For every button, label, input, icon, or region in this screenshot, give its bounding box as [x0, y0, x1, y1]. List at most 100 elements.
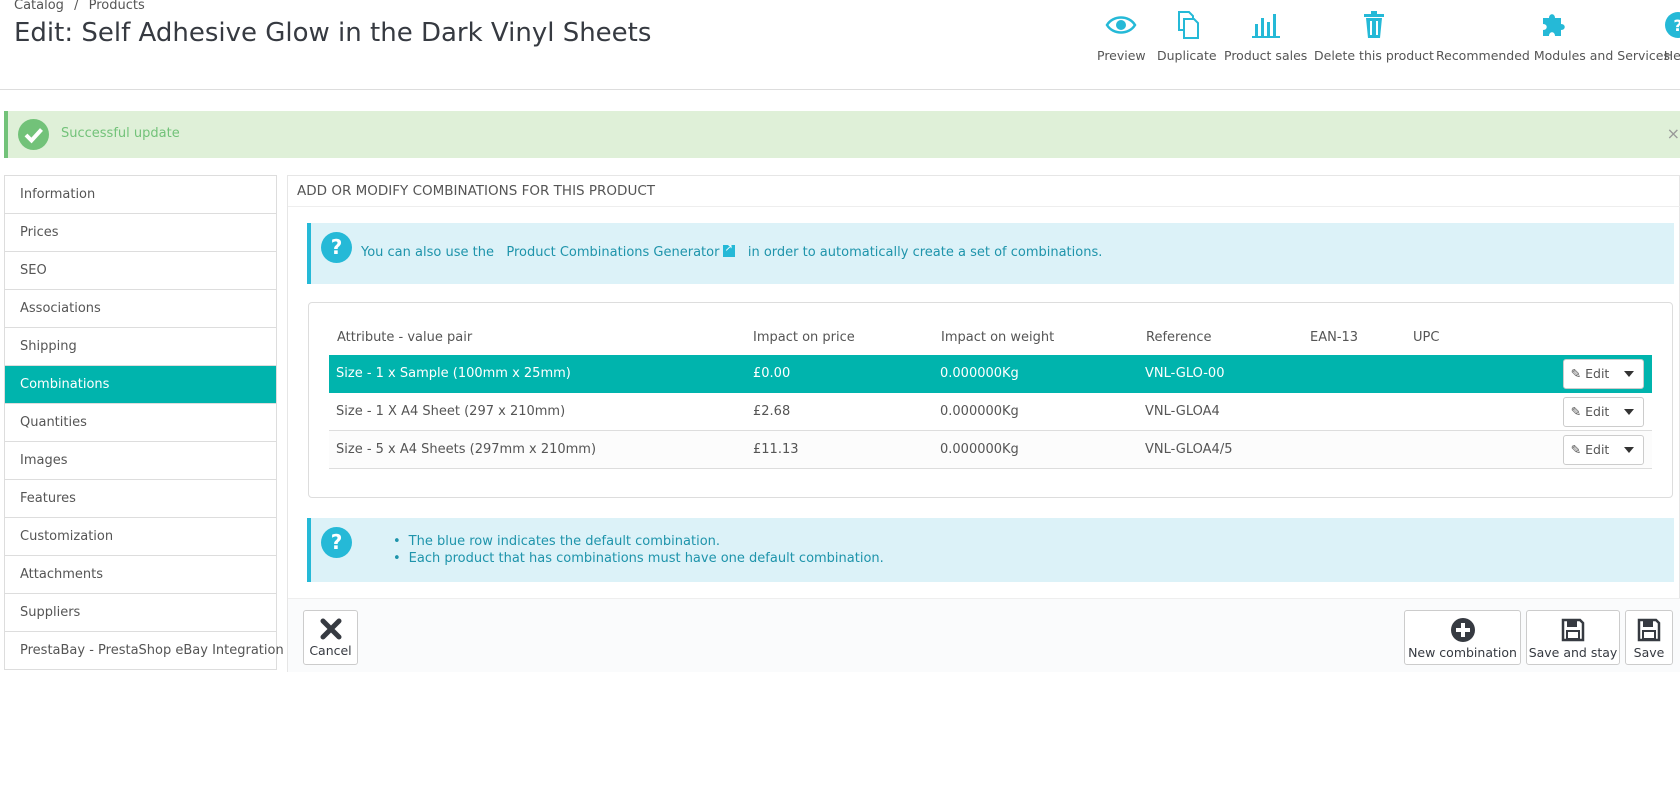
copy-icon	[1177, 11, 1199, 39]
save-and-stay-label: Save and stay	[1528, 645, 1618, 660]
cell-attribute: Size - 5 x A4 Sheets (297mm x 210mm)	[336, 442, 597, 457]
preview-label: Preview	[1097, 48, 1146, 63]
sidebar-item-shipping[interactable]: Shipping	[5, 328, 276, 366]
breadcrumb: Catalog / Products	[14, 0, 151, 13]
close-icon	[320, 618, 341, 640]
sidebar-item-quantities[interactable]: Quantities	[5, 404, 276, 442]
sidebar-item-combinations[interactable]: Combinations	[5, 366, 276, 404]
edit-button-group: ✎ Edit	[1563, 397, 1644, 427]
check-circle-icon	[18, 119, 49, 150]
cell-price: £2.68	[753, 404, 791, 419]
edit-button[interactable]: ✎ Edit	[1564, 436, 1616, 464]
sidebar-item-features[interactable]: Features	[5, 480, 276, 518]
edit-button-group: ✎ Edit	[1563, 435, 1644, 465]
edit-label: Edit	[1585, 404, 1610, 419]
close-icon[interactable]: ×	[1667, 124, 1680, 143]
info-bullet: Each product that has combinations must …	[393, 550, 884, 567]
delete-product-button[interactable]: Delete this product	[1314, 10, 1434, 63]
table-row[interactable]: Size - 1 x Sample (100mm x 25mm) £0.00 0…	[329, 355, 1652, 393]
help-label: Help	[1663, 48, 1680, 63]
breadcrumb-separator: /	[74, 0, 79, 13]
edit-label: Edit	[1585, 442, 1610, 457]
cell-price: £11.13	[753, 442, 799, 457]
table-row[interactable]: Size - 1 X A4 Sheet (297 x 210mm) £2.68 …	[329, 393, 1652, 431]
sidebar-item-images[interactable]: Images	[5, 442, 276, 480]
info-text-before: You can also use the	[361, 245, 494, 260]
external-link-icon	[723, 243, 736, 257]
new-combination-button[interactable]: New combination	[1404, 610, 1521, 665]
sidebar-item-prestabay[interactable]: PrestaBay - PrestaShop eBay Integration	[5, 632, 284, 670]
alert-message: Successful update	[61, 126, 180, 141]
cell-price: £0.00	[753, 366, 791, 381]
edit-button-group: ✎ Edit	[1563, 359, 1644, 389]
eye-icon	[1105, 16, 1137, 34]
edit-button[interactable]: ✎ Edit	[1564, 360, 1616, 388]
chevron-down-icon[interactable]	[1615, 436, 1643, 464]
breadcrumb-products[interactable]: Products	[89, 0, 145, 13]
info-text-after: in order to automatically create a set o…	[747, 245, 1103, 260]
product-tabs-sidebar: Information Prices SEO Associations Ship…	[4, 175, 284, 670]
recommended-modules-button[interactable]: Recommended Modules and Services	[1436, 10, 1670, 63]
svg-text:?: ?	[1673, 16, 1680, 35]
new-combination-label: New combination	[1408, 645, 1517, 660]
edit-button[interactable]: ✎ Edit	[1564, 398, 1616, 426]
question-icon: ?	[321, 527, 352, 558]
sidebar-item-suppliers[interactable]: Suppliers	[5, 594, 276, 632]
cell-reference: VNL-GLO-00	[1145, 366, 1225, 381]
save-button[interactable]: Save	[1625, 610, 1673, 665]
cell-weight: 0.000000Kg	[940, 366, 1019, 381]
cell-weight: 0.000000Kg	[940, 442, 1019, 457]
help-icon: ?	[1665, 12, 1680, 38]
puzzle-icon	[1542, 14, 1565, 36]
header-divider	[0, 89, 1680, 90]
column-header-weight: Impact on weight	[941, 330, 1055, 345]
edit-label: Edit	[1585, 366, 1610, 381]
success-alert: Successful update ×	[4, 111, 1680, 158]
cancel-label: Cancel	[309, 643, 352, 658]
help-button[interactable]: ? Help	[1662, 10, 1680, 63]
cell-reference: VNL-GLOA4	[1145, 404, 1220, 419]
delete-product-label: Delete this product	[1314, 48, 1434, 63]
generator-link-label: Product Combinations Generator	[506, 245, 720, 260]
question-icon: ?	[321, 232, 352, 263]
cancel-button[interactable]: Cancel	[303, 610, 358, 665]
column-header-price: Impact on price	[753, 330, 855, 345]
recommended-modules-label: Recommended Modules and Services	[1436, 48, 1670, 63]
chevron-down-icon[interactable]	[1615, 360, 1643, 388]
sidebar-item-information[interactable]: Information	[5, 176, 276, 214]
sidebar-item-attachments[interactable]: Attachments	[5, 556, 276, 594]
product-sales-button[interactable]: Product sales	[1224, 10, 1307, 63]
duplicate-button[interactable]: Duplicate	[1157, 10, 1217, 63]
sidebar-item-prices[interactable]: Prices	[5, 214, 276, 252]
info-bullet-list: The blue row indicates the default combi…	[393, 533, 884, 567]
column-header-upc: UPC	[1413, 330, 1440, 345]
default-combination-info-box: ? The blue row indicates the default com…	[307, 518, 1674, 582]
column-header-attribute: Attribute - value pair	[337, 330, 473, 345]
panel-heading: ADD OR MODIFY COMBINATIONS FOR THIS PROD…	[297, 183, 656, 199]
column-header-ean13: EAN-13	[1310, 330, 1359, 345]
trash-icon	[1363, 11, 1384, 38]
page-title: Edit: Self Adhesive Glow in the Dark Vin…	[14, 18, 652, 48]
chevron-down-icon[interactable]	[1615, 398, 1643, 426]
combinations-generator-link[interactable]: Product Combinations Generator	[506, 243, 736, 260]
breadcrumb-catalog[interactable]: Catalog	[14, 0, 64, 13]
generator-info-box: ? You can also use the Product Combinati…	[307, 223, 1674, 284]
cell-attribute: Size - 1 x Sample (100mm x 25mm)	[336, 366, 571, 381]
cell-attribute: Size - 1 X A4 Sheet (297 x 210mm)	[336, 404, 566, 419]
plus-circle-icon	[1450, 618, 1475, 642]
cell-reference: VNL-GLOA4/5	[1145, 442, 1233, 457]
column-header-reference: Reference	[1146, 330, 1212, 345]
table-row[interactable]: Size - 5 x A4 Sheets (297mm x 210mm) £11…	[329, 431, 1652, 469]
product-sales-label: Product sales	[1224, 48, 1308, 63]
preview-button[interactable]: Preview	[1097, 10, 1146, 63]
panel-heading-divider	[288, 206, 1680, 207]
save-icon	[1561, 618, 1585, 642]
duplicate-label: Duplicate	[1157, 48, 1217, 63]
save-and-stay-button[interactable]: Save and stay	[1526, 610, 1620, 665]
bar-chart-icon	[1251, 14, 1280, 38]
info-bullet: The blue row indicates the default combi…	[393, 533, 884, 550]
generator-info-text: You can also use the Product Combination…	[361, 243, 1103, 260]
sidebar-item-associations[interactable]: Associations	[5, 290, 276, 328]
sidebar-item-customization[interactable]: Customization	[5, 518, 276, 556]
sidebar-item-seo[interactable]: SEO	[5, 252, 276, 290]
